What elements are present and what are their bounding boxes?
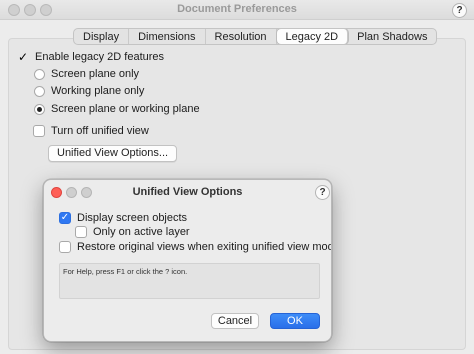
cancel-button[interactable]: Cancel <box>211 313 259 329</box>
radio-working-plane-only[interactable]: Working plane only <box>34 85 144 97</box>
dialog-titlebar: Unified View Options ? <box>44 180 331 204</box>
turn-off-unified-view-label: Turn off unified view <box>51 125 149 137</box>
radio-selected-dot <box>37 106 42 112</box>
radio-screen-or-working-plane[interactable]: Screen plane or working plane <box>34 103 200 115</box>
display-screen-objects-row[interactable]: ✓ Display screen objects <box>59 212 187 224</box>
enable-legacy-2d-checkbox[interactable]: ✓ <box>17 51 29 63</box>
restore-original-views-checkbox[interactable] <box>59 241 71 253</box>
help-icon[interactable]: ? <box>452 3 467 18</box>
tab-dimensions[interactable]: Dimensions <box>129 29 206 44</box>
display-screen-objects-checkbox[interactable]: ✓ <box>59 212 71 224</box>
ok-button[interactable]: OK <box>270 313 320 329</box>
tab-display[interactable]: Display <box>74 29 130 44</box>
dialog-help-icon[interactable]: ? <box>315 185 330 200</box>
turn-off-unified-view-row[interactable]: Turn off unified view <box>33 125 149 137</box>
radio-button[interactable] <box>34 85 45 97</box>
radio-button[interactable] <box>34 68 45 80</box>
radio-screen-plane-only[interactable]: Screen plane only <box>34 68 139 80</box>
restore-original-views-label: Restore original views when exiting unif… <box>77 241 332 253</box>
document-preferences-window: Document Preferences ? Display Dimension… <box>0 0 474 354</box>
window-titlebar: Document Preferences ? <box>0 0 474 20</box>
radio-button-selected[interactable] <box>34 103 45 115</box>
restore-original-views-row[interactable]: Restore original views when exiting unif… <box>59 241 332 253</box>
window-title: Document Preferences <box>177 3 297 15</box>
tab-plan-shadows[interactable]: Plan Shadows <box>348 29 436 44</box>
tab-legacy-2d[interactable]: Legacy 2D <box>276 29 349 44</box>
enable-legacy-2d-label: Enable legacy 2D features <box>35 51 165 63</box>
radio-label: Working plane only <box>51 85 145 97</box>
enable-legacy-2d-row[interactable]: ✓ Enable legacy 2D features <box>17 51 164 63</box>
only-active-layer-checkbox[interactable] <box>75 226 87 238</box>
dialog-title: Unified View Options <box>132 186 243 198</box>
unified-view-options-button[interactable]: Unified View Options... <box>48 145 178 162</box>
help-text-box: For Help, press F1 or click the ? icon. <box>59 263 320 299</box>
turn-off-unified-view-checkbox[interactable] <box>33 125 45 137</box>
unified-view-options-dialog: Unified View Options ? ✓ Display screen … <box>43 179 332 342</box>
radio-label: Screen plane or working plane <box>51 103 200 115</box>
only-active-layer-label: Only on active layer <box>93 226 190 238</box>
radio-label: Screen plane only <box>51 68 140 80</box>
tab-resolution[interactable]: Resolution <box>206 29 277 44</box>
preferences-tab-bar: Display Dimensions Resolution Legacy 2D … <box>73 28 438 45</box>
only-active-layer-row[interactable]: Only on active layer <box>75 226 190 238</box>
display-screen-objects-label: Display screen objects <box>77 212 188 224</box>
